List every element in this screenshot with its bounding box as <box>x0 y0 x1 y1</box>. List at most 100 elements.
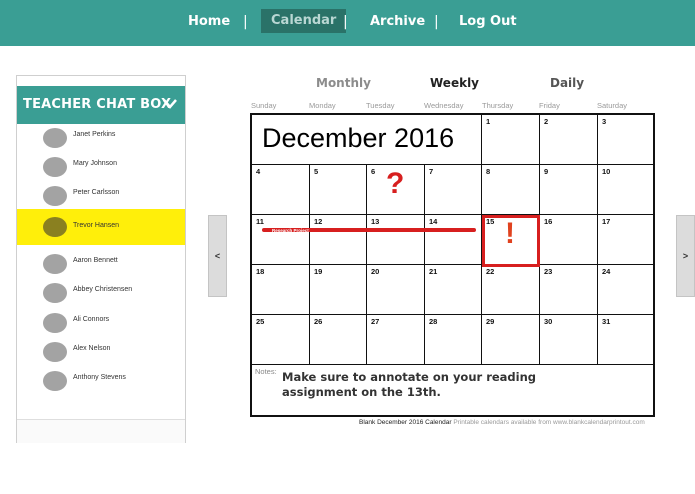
chevron-down-icon[interactable] <box>163 99 177 109</box>
chat-box-header[interactable]: TEACHER CHAT BOX <box>17 86 185 124</box>
weekday-label: Friday <box>539 101 560 110</box>
day-cell[interactable]: 30 <box>540 315 598 365</box>
day-number: 4 <box>256 167 261 176</box>
nav-archive-link[interactable]: Archive <box>370 0 425 46</box>
contact-name: Anthony Stevens <box>73 374 126 381</box>
chat-contact[interactable]: Peter Carlsson <box>17 181 185 211</box>
nav-home-link[interactable]: Home <box>188 0 230 46</box>
day-cell[interactable]: 9 <box>540 165 598 215</box>
day-cell[interactable]: 31 <box>598 315 655 365</box>
day-cell[interactable]: 7 <box>425 165 482 215</box>
day-cell[interactable]: 12 <box>310 215 367 265</box>
chat-contact[interactable]: Mary Johnson <box>17 152 185 182</box>
day-number: 31 <box>602 317 611 326</box>
day-cell[interactable]: 2 <box>540 115 598 165</box>
view-tab-weekly[interactable]: Weekly <box>430 76 479 90</box>
contact-name: Ali Connors <box>73 316 110 323</box>
day-cell[interactable]: 18 <box>252 265 310 315</box>
day-number: 3 <box>602 117 607 126</box>
day-number: 11 <box>256 217 264 226</box>
day-cell[interactable]: 25 <box>252 315 310 365</box>
notes-area[interactable]: Notes: Make sure to annotate on your rea… <box>252 365 655 415</box>
day-cell[interactable]: 20 <box>367 265 425 315</box>
day-cell[interactable]: 28 <box>425 315 482 365</box>
day-number: 13 <box>371 217 380 226</box>
day-cell[interactable]: 14 <box>425 215 482 265</box>
day-cell[interactable]: 8 <box>482 165 540 215</box>
avatar <box>43 186 67 206</box>
day-cell[interactable]: 5 <box>310 165 367 215</box>
day-cell[interactable]: 1 <box>482 115 540 165</box>
avatar <box>43 313 67 333</box>
chat-contact[interactable]: Ali Connors <box>17 308 185 338</box>
day-number: 8 <box>486 167 491 176</box>
day-number: 17 <box>602 217 611 226</box>
exclamation-annotation: ! <box>505 217 515 250</box>
day-number: 1 <box>486 117 491 126</box>
calendar-month-title: December 2016 <box>262 123 455 153</box>
avatar <box>43 217 67 237</box>
nav-logout-link[interactable]: Log Out <box>459 0 517 46</box>
day-number: 18 <box>256 267 265 276</box>
day-cell[interactable]: 23 <box>540 265 598 315</box>
chat-input-area[interactable] <box>17 419 185 443</box>
day-cell[interactable]: 21 <box>425 265 482 315</box>
day-number: 7 <box>429 167 434 176</box>
previous-month-button[interactable]: < <box>208 215 227 297</box>
next-month-button[interactable]: > <box>676 215 695 297</box>
notes-label: Notes: <box>255 367 277 376</box>
view-tab-monthly[interactable]: Monthly <box>316 76 371 90</box>
contact-name: Peter Carlsson <box>73 189 120 196</box>
view-tab-daily[interactable]: Daily <box>550 76 584 90</box>
chat-contact[interactable]: Anthony Stevens <box>17 366 185 396</box>
weekday-label: Tuesday <box>366 101 395 110</box>
weekday-label: Wednesday <box>424 101 464 110</box>
day-cell[interactable]: 24 <box>598 265 655 315</box>
day-number: 23 <box>544 267 553 276</box>
weekday-label: Monday <box>309 101 336 110</box>
day-cell[interactable]: 13 <box>367 215 425 265</box>
chat-box-title: TEACHER CHAT BOX <box>23 97 172 112</box>
question-mark-annotation: ? <box>386 167 405 200</box>
day-number: 28 <box>429 317 438 326</box>
day-cell[interactable]: 27 <box>367 315 425 365</box>
avatar <box>43 128 67 148</box>
chat-contact[interactable]: Alex Nelson <box>17 337 185 367</box>
notes-text: Make sure to annotate on your reading as… <box>282 370 537 399</box>
day-number: 16 <box>544 217 553 226</box>
chat-contact-selected[interactable]: Trevor Hansen <box>17 209 185 245</box>
day-cell[interactable]: 19 <box>310 265 367 315</box>
chat-contact[interactable]: Janet Perkins <box>17 123 185 153</box>
month-calendar: December 2016 1 2 3 4 5 6 7 8 9 10 11 12… <box>250 113 655 417</box>
weekday-label: Sunday <box>251 101 277 110</box>
day-number: 21 <box>429 267 438 276</box>
day-number: 5 <box>314 167 319 176</box>
avatar <box>43 283 67 303</box>
day-number: 22 <box>486 267 495 276</box>
day-cell[interactable]: 17 <box>598 215 655 265</box>
contact-name: Aaron Bennett <box>73 257 118 264</box>
avatar <box>43 254 67 274</box>
day-number: 25 <box>256 317 265 326</box>
day-cell[interactable]: 11 <box>252 215 310 265</box>
contact-name: Janet Perkins <box>73 131 116 138</box>
chat-contact[interactable]: Aaron Bennett <box>17 249 185 279</box>
day-number: 24 <box>602 267 611 276</box>
day-cell[interactable]: 3 <box>598 115 655 165</box>
day-number: 9 <box>544 167 549 176</box>
nav-calendar-link[interactable]: Calendar <box>261 9 347 33</box>
top-nav-bar: Home | Calendar | Archive | Log Out <box>0 0 695 46</box>
caption-title: Blank December 2016 Calendar <box>359 419 452 426</box>
calendar-caption: Blank December 2016 Calendar Printable c… <box>359 419 645 426</box>
day-cell[interactable]: 26 <box>310 315 367 365</box>
chat-contact[interactable]: Abbey Christensen <box>17 278 185 308</box>
day-cell[interactable]: 29 <box>482 315 540 365</box>
day-cell[interactable]: 10 <box>598 165 655 215</box>
day-cell[interactable]: 16 <box>540 215 598 265</box>
day-number: 26 <box>314 317 323 326</box>
day-cell[interactable]: 22 <box>482 265 540 315</box>
weekday-label: Saturday <box>597 101 628 110</box>
day-number: 10 <box>602 167 611 176</box>
day-number: 12 <box>314 217 323 226</box>
day-cell[interactable]: 4 <box>252 165 310 215</box>
